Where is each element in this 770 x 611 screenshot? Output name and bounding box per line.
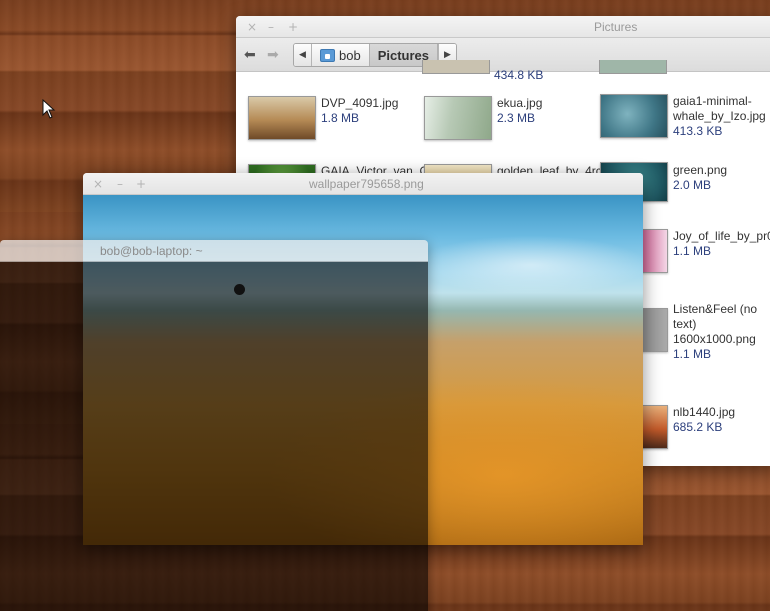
breadcrumb-label: bob [339,47,361,63]
file-thumbnail [248,96,316,140]
image-viewer-titlebar[interactable]: × – + wallpaper795658.png [83,173,643,195]
file-name: Joy_of_life_by_pr09studio.png [673,229,770,243]
file-thumbnail [600,94,668,138]
file-size: 1.8 MB [321,111,360,125]
file-item[interactable]: ekua.jpg 2.3 MB [424,96,594,144]
minimize-icon[interactable]: – [265,19,277,35]
file-label: Joy_of_life_by_pr09studio.png 1.1 MB [673,229,770,259]
file-name: gaia1-minimal-whale_by_Izo.jpg [673,94,766,123]
terminal-body[interactable] [0,262,428,611]
file-name: Listen&Feel (no text) 1600x1000.png [673,302,758,346]
forward-arrow-icon[interactable]: ➡ [267,47,279,63]
file-size: 2.0 MB [673,178,712,192]
close-icon[interactable]: × [92,176,104,192]
file-size: 1.1 MB [673,244,712,258]
file-item[interactable]: gaia1-minimal-whale_by_Izo.jpg 413.3 KB [600,94,770,142]
window-title: bob@bob-laptop: ~ [100,244,203,258]
file-thumbnail[interactable] [422,60,490,74]
file-manager-toolbar: ⬅ ➡ ◀ bob Pictures ▶ [236,38,770,72]
file-name: nlb1440.jpg [673,405,736,419]
file-name: green.png [673,163,728,177]
file-label: DVP_4091.jpg 1.8 MB [321,96,416,126]
terminal-cursor-icon [234,284,245,295]
window-title: wallpaper795658.png [309,177,424,191]
mouse-pointer-icon [42,99,56,119]
file-label: Listen&Feel (no text) 1600x1000.png 1.1 … [673,302,768,362]
file-name: DVP_4091.jpg [321,96,399,110]
file-manager-titlebar[interactable]: × – + Pictures [236,16,770,38]
file-size: 413.3 KB [673,124,723,138]
file-name: ekua.jpg [497,96,543,110]
window-title: Pictures [594,20,638,34]
file-size: 434.8 KB [494,68,544,82]
maximize-icon[interactable]: + [287,19,299,35]
file-label: gaia1-minimal-whale_by_Izo.jpg 413.3 KB [673,94,768,139]
terminal-window[interactable]: bob@bob-laptop: ~ [0,240,428,611]
breadcrumb-left-arrow-icon[interactable]: ◀ [294,44,312,66]
back-arrow-icon[interactable]: ⬅ [244,47,256,63]
file-size: 685.2 KB [673,420,723,434]
close-icon[interactable]: × [246,19,258,35]
file-label: ekua.jpg 2.3 MB [497,96,592,126]
file-size: 2.3 MB [497,111,536,125]
file-label: green.png 2.0 MB [673,163,768,193]
minimize-icon[interactable]: – [114,176,126,192]
file-item[interactable]: DVP_4091.jpg 1.8 MB [248,96,418,144]
file-label: nlb1440.jpg 685.2 KB [673,405,768,435]
home-folder-icon [320,48,335,62]
file-size: 1.1 MB [673,347,712,361]
file-thumbnail [424,96,492,140]
terminal-titlebar[interactable]: bob@bob-laptop: ~ [0,240,428,262]
maximize-icon[interactable]: + [135,176,147,192]
file-thumbnail[interactable] [599,60,667,74]
breadcrumb-item-bob[interactable]: bob [312,44,369,66]
